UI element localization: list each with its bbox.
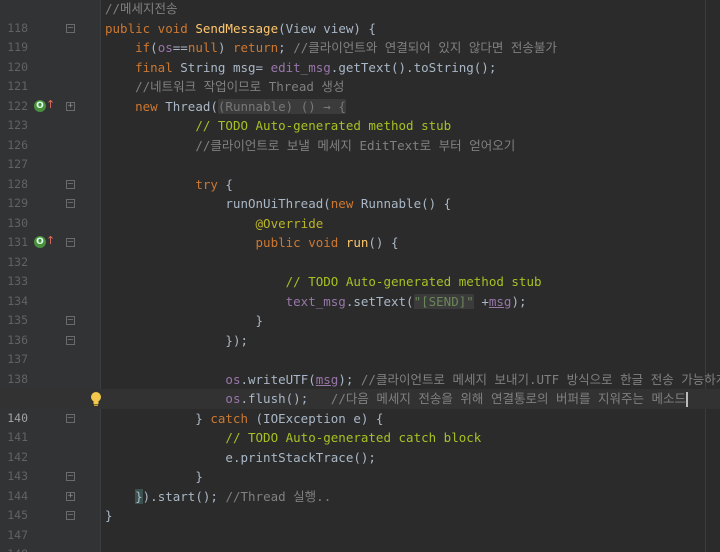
code-line[interactable]: 131 @Override — [0, 214, 720, 250]
fold-marker-icon[interactable] — [66, 472, 75, 481]
code-text: }); — [225, 332, 248, 348]
code-line[interactable]: 132 O ↑ public void run() { — [0, 233, 720, 269]
code-line[interactable]: 141 } catch (IOException e) { — [0, 409, 720, 445]
code-line[interactable]: 126 // TODO Auto-generated method stub — [0, 116, 720, 152]
fold-marker-icon[interactable] — [66, 511, 75, 520]
code-text: runOnUiThread(new Runnable() { — [105, 196, 452, 211]
code-text: // TODO Auto-generated catch block — [225, 430, 482, 445]
code-text: e.printStackTrace(); — [225, 449, 376, 465]
code-text: public void run() { — [255, 235, 399, 250]
code-line-current[interactable]: 140 os.flush(); //다음 메세지 전송을 위해 연결통로의 버퍼… — [0, 389, 720, 425]
fold-marker-icon[interactable] — [66, 491, 75, 501]
code-line[interactable]: 123 O ↑ new Thread((Runnable) () → { — [0, 97, 720, 132]
fold-marker-icon[interactable] — [66, 316, 75, 325]
code-line[interactable]: 133 — [0, 253, 720, 288]
code-line[interactable]: 148 — [0, 526, 720, 552]
text-caret — [686, 392, 689, 407]
code-line[interactable]: 119 public void SendMessage(View view) { — [0, 19, 720, 55]
code-line[interactable]: 121 final String msg= edit_msg.getText()… — [0, 58, 720, 94]
code-text: os.flush(); //다음 메세지 전송을 위해 연결통로의 버퍼를 지워… — [225, 391, 689, 407]
code-text: } — [255, 313, 264, 328]
code-text: //네트워크 작업이므로 Thread 생성 — [135, 79, 345, 94]
override-arrow-icon: ↑ — [46, 234, 56, 247]
code-line[interactable]: 139 os.writeUTF(msg); //클라이언트로 메세지 보내기.U… — [0, 370, 720, 406]
override-arrow-icon: ↑ — [46, 97, 56, 111]
code-line[interactable]: 134 // TODO Auto-generated method stub — [0, 272, 720, 308]
code-line[interactable]: 138 — [0, 350, 720, 386]
code-line[interactable]: 145 }).start(); //Thread 실행.. — [0, 487, 720, 522]
fold-marker-icon[interactable] — [66, 23, 75, 33]
fold-marker-icon[interactable] — [66, 101, 75, 111]
code-text: } — [195, 469, 203, 484]
fold-marker-icon[interactable] — [66, 179, 75, 189]
code-text: //메세지전송 — [105, 1, 178, 16]
code-text: // TODO Auto-generated method stub — [195, 118, 452, 133]
code-line[interactable]: 143 e.printStackTrace(); — [0, 448, 720, 484]
code-line[interactable]: 144 } — [0, 467, 720, 503]
code-line[interactable]: 137 }); — [0, 331, 720, 367]
intention-bulb-icon[interactable] — [89, 391, 103, 407]
fold-marker-icon[interactable] — [66, 413, 75, 423]
fold-marker-icon[interactable] — [66, 199, 75, 208]
code-text: //클라이언트로 보낼 메세지 EditText로 부터 얻어오기 — [195, 137, 516, 153]
code-line[interactable]: 147 } — [0, 506, 720, 542]
code-line[interactable]: 129 try { — [0, 175, 720, 211]
line-number: 148 — [0, 545, 28, 552]
fold-marker-icon[interactable] — [66, 238, 75, 247]
code-text: text_msg.setText("[SEND]" +msg); — [285, 293, 527, 309]
code-line[interactable]: 120 if(os==null) return; //클라이언트와 연결되어 있… — [0, 38, 720, 74]
code-line[interactable]: 118 //메세지전송 — [0, 0, 720, 35]
code-text: public void SendMessage(View view) { — [105, 20, 376, 36]
code-text: } — [105, 508, 113, 523]
code-line[interactable]: 127 //클라이언트로 보낼 메세지 EditText로 부터 얻어오기 — [0, 136, 720, 172]
override-marker-icon[interactable]: O — [34, 99, 46, 112]
code-text: // TODO Auto-generated method stub — [285, 274, 542, 289]
override-marker-icon[interactable]: O — [34, 236, 46, 248]
code-line[interactable]: 136 } — [0, 311, 720, 347]
code-text: new Thread((Runnable) () → { — [135, 98, 346, 114]
code-text: } catch (IOException e) { — [105, 410, 384, 426]
code-line[interactable]: 142 // TODO Auto-generated catch block — [0, 428, 720, 464]
code-text: try { — [195, 176, 233, 192]
code-text: if(os==null) return; //클라이언트와 연결되어 있지 않다… — [135, 40, 557, 55]
code-line[interactable]: 122 //네트워크 작업이므로 Thread 생성 — [0, 77, 720, 113]
fold-marker-icon[interactable] — [66, 335, 75, 345]
code-text: }).start(); //Thread 실행.. — [135, 488, 332, 504]
code-line[interactable]: 130 runOnUiThread(new Runnable() { — [0, 194, 720, 230]
code-text: os.writeUTF(msg); //클라이언트로 메세지 보내기.UTF 방… — [225, 371, 720, 387]
code-text: @Override — [255, 215, 324, 231]
code-text: final String msg= edit_msg.getText().toS… — [135, 59, 497, 75]
code-line[interactable]: 135 text_msg.setText("[SEND]" +msg); — [0, 292, 720, 327]
code-editor[interactable]: 118 //메세지전송 119 public void SendMessage(… — [0, 0, 720, 552]
code-line[interactable]: 128 — [0, 155, 720, 191]
